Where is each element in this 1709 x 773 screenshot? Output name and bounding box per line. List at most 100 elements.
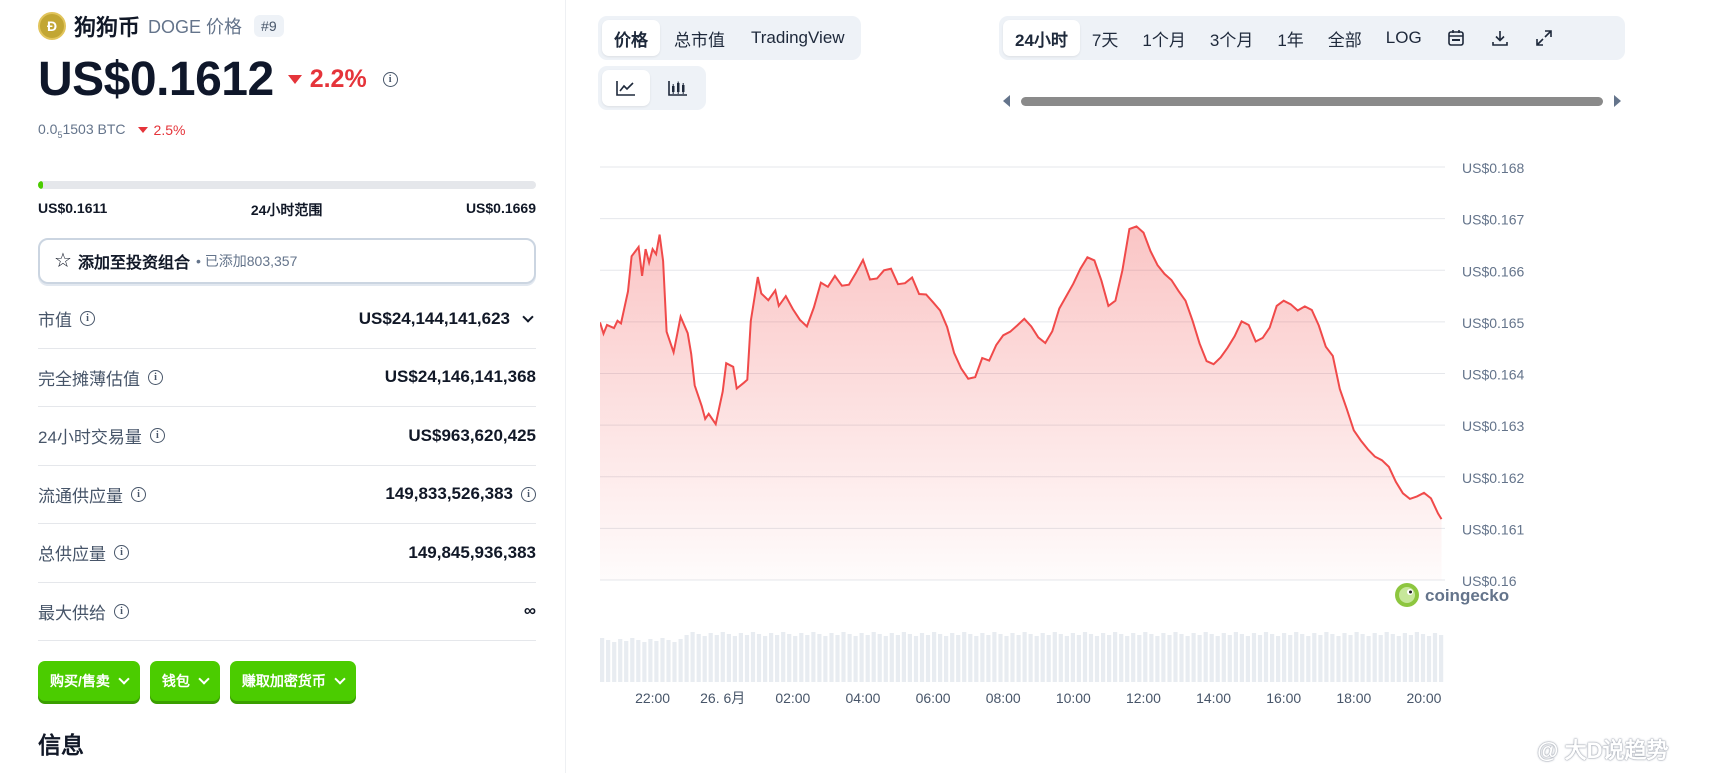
volume-bar bbox=[1209, 634, 1214, 682]
range-7d[interactable]: 7天 bbox=[1080, 20, 1130, 56]
volume-bar bbox=[974, 636, 979, 682]
volume-bar bbox=[1082, 632, 1088, 682]
buy-sell-button[interactable]: 购买/售卖 bbox=[38, 661, 140, 701]
volume-bar bbox=[811, 632, 816, 682]
action-buttons: 购买/售卖 钱包 赚取加密货币 bbox=[38, 661, 356, 701]
volume-bar bbox=[1107, 635, 1112, 682]
volume-bar bbox=[1155, 636, 1160, 682]
chart-type-tabs bbox=[598, 66, 706, 110]
fullscreen-icon[interactable] bbox=[1522, 20, 1566, 56]
y-tick-label: US$0.168 bbox=[1462, 160, 1524, 176]
volume-bar bbox=[980, 633, 985, 682]
candlestick-chart-icon[interactable] bbox=[654, 70, 702, 106]
price-area-fill bbox=[600, 226, 1442, 580]
volume-bar bbox=[642, 642, 647, 682]
range-1m[interactable]: 1个月 bbox=[1130, 20, 1197, 56]
stat-label: 最大供给 bbox=[38, 603, 106, 623]
volume-bar bbox=[998, 634, 1003, 682]
tab-market-cap[interactable]: 总市值 bbox=[662, 20, 737, 56]
range-all[interactable]: 全部 bbox=[1316, 20, 1374, 56]
volume-bar bbox=[1058, 634, 1063, 682]
volume-bar bbox=[702, 636, 707, 682]
volume-bar bbox=[1088, 634, 1094, 682]
scroll-left-arrow-icon[interactable] bbox=[1003, 95, 1010, 107]
volume-bar bbox=[714, 635, 719, 682]
volume-bar bbox=[865, 635, 870, 682]
rank-badge: #9 bbox=[254, 15, 284, 37]
portfolio-count: • 已添加803,357 bbox=[195, 253, 298, 269]
volume-bar bbox=[962, 632, 967, 682]
volume-bar bbox=[1257, 635, 1263, 682]
volume-bar bbox=[1094, 636, 1100, 682]
download-icon[interactable] bbox=[1478, 20, 1522, 56]
volume-bar bbox=[1396, 636, 1401, 682]
volume-bar bbox=[938, 634, 943, 682]
volume-bar bbox=[672, 642, 677, 682]
volume-bar bbox=[732, 636, 737, 682]
doge-logo: Ð bbox=[38, 12, 66, 40]
y-tick-label: US$0.161 bbox=[1462, 521, 1524, 537]
add-to-portfolio-button[interactable]: ☆ 添加至投资组合 • 已添加803,357 bbox=[38, 238, 536, 284]
volume-bar bbox=[889, 633, 894, 682]
volume-bar bbox=[1432, 633, 1438, 682]
volume-bar bbox=[1324, 632, 1329, 682]
earn-crypto-button[interactable]: 赚取加密货币 bbox=[229, 661, 356, 701]
info-icon[interactable]: i bbox=[114, 545, 129, 561]
wallet-button[interactable]: 钱包 bbox=[149, 661, 220, 701]
volume-bar bbox=[750, 632, 756, 682]
volume-bar bbox=[678, 639, 683, 682]
info-icon[interactable]: i bbox=[80, 311, 95, 327]
scroll-right-arrow-icon[interactable] bbox=[1614, 95, 1621, 107]
y-tick-label: US$0.163 bbox=[1462, 418, 1524, 434]
volume-bar bbox=[1342, 633, 1347, 682]
info-icon[interactable]: i bbox=[521, 486, 536, 502]
range-log[interactable]: LOG bbox=[1374, 20, 1434, 56]
volume-bar bbox=[1366, 636, 1371, 682]
info-icon[interactable]: i bbox=[149, 428, 165, 444]
info-icon[interactable]: i bbox=[131, 486, 146, 502]
volume-bar bbox=[726, 634, 731, 682]
volume-bar bbox=[883, 636, 888, 682]
chart-range-scrollbar[interactable] bbox=[1003, 94, 1621, 108]
range-24h[interactable]: 24小时 bbox=[1003, 20, 1080, 56]
x-tick-label: 08:00 bbox=[986, 690, 1021, 706]
volume-bar bbox=[817, 634, 822, 682]
tab-price[interactable]: 价格 bbox=[602, 20, 660, 56]
x-tick-label: 22:00 bbox=[635, 690, 670, 706]
time-range-tabs: 24小时 7天 1个月 3个月 1年 全部 LOG bbox=[999, 16, 1625, 60]
volume-bar bbox=[606, 640, 611, 682]
market-cap-dropdown[interactable]: US$24,144,141,623 bbox=[359, 309, 536, 329]
volume-bar bbox=[1076, 635, 1081, 682]
info-icon[interactable]: i bbox=[148, 369, 163, 385]
line-chart-icon[interactable] bbox=[602, 70, 650, 106]
volume-bar bbox=[1330, 634, 1335, 682]
stats-table: 市值 i US$24,144,141,623 完全摊薄估值 i US$24,146,… bbox=[38, 290, 536, 641]
stat-value: US$24,144,141,623 bbox=[358, 308, 510, 328]
volume-bar bbox=[1040, 633, 1045, 682]
volume-bar bbox=[805, 635, 810, 682]
24h-range-fill bbox=[38, 181, 43, 189]
info-icon[interactable]: i bbox=[114, 603, 129, 619]
range-3m[interactable]: 3个月 bbox=[1198, 20, 1265, 56]
volume-bar bbox=[1282, 633, 1287, 682]
calendar-icon[interactable] bbox=[1434, 20, 1478, 56]
volume-bar bbox=[1046, 635, 1051, 682]
range-1y[interactable]: 1年 bbox=[1265, 20, 1315, 56]
volume-bar bbox=[690, 632, 695, 682]
volume-bar bbox=[1197, 635, 1202, 682]
scrollbar-thumb[interactable] bbox=[1021, 97, 1603, 106]
watermark: @ 大D说趋势 bbox=[1537, 738, 1669, 763]
volume-bar bbox=[1149, 634, 1154, 682]
volume-bar bbox=[986, 635, 991, 682]
volume-bar bbox=[1034, 636, 1039, 682]
volume-bar bbox=[738, 633, 743, 682]
volume-bar bbox=[1336, 636, 1341, 682]
volume-bar bbox=[1239, 634, 1244, 682]
volume-bar bbox=[1215, 636, 1220, 682]
price-chart[interactable]: US$0.168 US$0.167 US$0.166 US$0.165 US$0.164… bbox=[600, 160, 1640, 773]
volume-bar bbox=[871, 632, 876, 682]
info-icon[interactable]: i bbox=[382, 72, 398, 87]
tab-tradingview[interactable]: TradingView bbox=[739, 20, 857, 56]
stat-value: ∞ bbox=[523, 601, 536, 621]
volume-bar bbox=[932, 632, 937, 682]
